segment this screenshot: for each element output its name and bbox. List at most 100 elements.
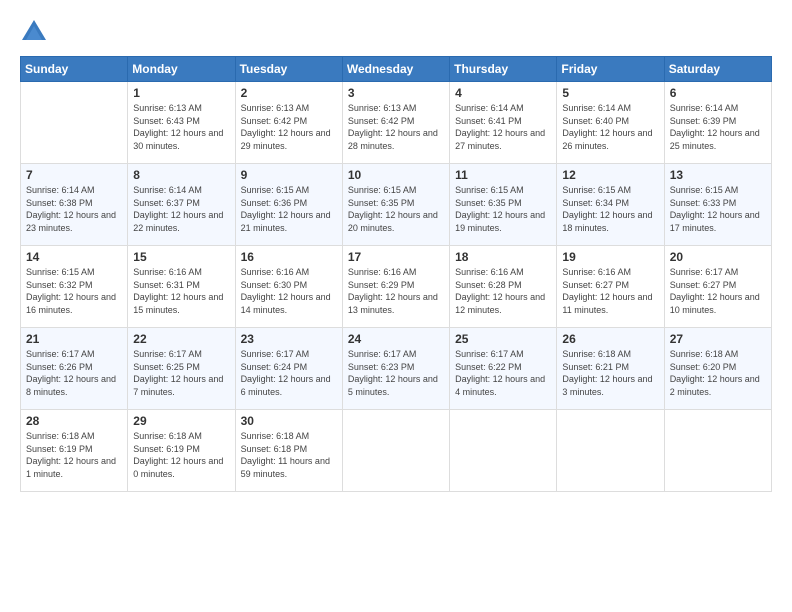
day-number: 3 — [348, 86, 444, 100]
day-info: Sunrise: 6:18 AMSunset: 6:19 PMDaylight:… — [133, 430, 229, 480]
calendar-cell — [21, 82, 128, 164]
day-number: 19 — [562, 250, 658, 264]
header-sunday: Sunday — [21, 57, 128, 82]
calendar-header: SundayMondayTuesdayWednesdayThursdayFrid… — [21, 57, 772, 82]
calendar-cell: 6 Sunrise: 6:14 AMSunset: 6:39 PMDaylight… — [664, 82, 771, 164]
day-info: Sunrise: 6:16 AMSunset: 6:30 PMDaylight:… — [241, 266, 337, 316]
header-wednesday: Wednesday — [342, 57, 449, 82]
calendar-cell: 3 Sunrise: 6:13 AMSunset: 6:42 PMDaylight… — [342, 82, 449, 164]
day-number: 8 — [133, 168, 229, 182]
calendar-cell — [664, 410, 771, 492]
day-info: Sunrise: 6:16 AMSunset: 6:29 PMDaylight:… — [348, 266, 444, 316]
day-number: 23 — [241, 332, 337, 346]
day-number: 10 — [348, 168, 444, 182]
day-number: 28 — [26, 414, 122, 428]
calendar-cell: 14 Sunrise: 6:15 AMSunset: 6:32 PMDayligh… — [21, 246, 128, 328]
day-info: Sunrise: 6:16 AMSunset: 6:28 PMDaylight:… — [455, 266, 551, 316]
calendar-cell: 26 Sunrise: 6:18 AMSunset: 6:21 PMDayligh… — [557, 328, 664, 410]
calendar-cell: 29 Sunrise: 6:18 AMSunset: 6:19 PMDayligh… — [128, 410, 235, 492]
calendar-cell: 19Sunrise: 6:16 AMSunset: 6:27 PMDayligh… — [557, 246, 664, 328]
day-info: Sunrise: 6:13 AMSunset: 6:42 PMDaylight:… — [241, 102, 337, 152]
calendar-cell: 24 Sunrise: 6:17 AMSunset: 6:23 PMDayligh… — [342, 328, 449, 410]
calendar-cell: 15 Sunrise: 6:16 AMSunset: 6:31 PMDayligh… — [128, 246, 235, 328]
header-monday: Monday — [128, 57, 235, 82]
calendar-cell: 23 Sunrise: 6:17 AMSunset: 6:24 PMDayligh… — [235, 328, 342, 410]
calendar-cell: 13Sunrise: 6:15 AMSunset: 6:33 PMDayligh… — [664, 164, 771, 246]
day-number: 2 — [241, 86, 337, 100]
calendar-cell: 1 Sunrise: 6:13 AMSunset: 6:43 PMDaylight… — [128, 82, 235, 164]
calendar-cell: 11 Sunrise: 6:15 AMSunset: 6:35 PMDayligh… — [450, 164, 557, 246]
day-number: 26 — [562, 332, 658, 346]
day-number: 22 — [133, 332, 229, 346]
calendar-cell — [450, 410, 557, 492]
day-number: 14 — [26, 250, 122, 264]
day-info: Sunrise: 6:13 AMSunset: 6:43 PMDaylight:… — [133, 102, 229, 152]
day-number: 11 — [455, 168, 551, 182]
day-number: 25 — [455, 332, 551, 346]
week-row-2: 14 Sunrise: 6:15 AMSunset: 6:32 PMDayligh… — [21, 246, 772, 328]
logo — [20, 18, 52, 46]
day-info: Sunrise: 6:17 AMSunset: 6:25 PMDaylight:… — [133, 348, 229, 398]
calendar-cell — [342, 410, 449, 492]
day-info: Sunrise: 6:14 AMSunset: 6:38 PMDaylight:… — [26, 184, 122, 234]
day-number: 12 — [562, 168, 658, 182]
week-row-1: 7 Sunrise: 6:14 AMSunset: 6:38 PMDaylight… — [21, 164, 772, 246]
day-number: 6 — [670, 86, 766, 100]
calendar-cell: 4Sunrise: 6:14 AMSunset: 6:41 PMDaylight… — [450, 82, 557, 164]
day-info: Sunrise: 6:15 AMSunset: 6:32 PMDaylight:… — [26, 266, 122, 316]
day-info: Sunrise: 6:16 AMSunset: 6:31 PMDaylight:… — [133, 266, 229, 316]
day-info: Sunrise: 6:15 AMSunset: 6:33 PMDaylight:… — [670, 184, 766, 234]
day-number: 5 — [562, 86, 658, 100]
calendar-cell: 28 Sunrise: 6:18 AMSunset: 6:19 PMDayligh… — [21, 410, 128, 492]
day-info: Sunrise: 6:14 AMSunset: 6:37 PMDaylight:… — [133, 184, 229, 234]
day-info: Sunrise: 6:14 AMSunset: 6:39 PMDaylight:… — [670, 102, 766, 152]
calendar-cell — [557, 410, 664, 492]
day-info: Sunrise: 6:17 AMSunset: 6:27 PMDaylight:… — [670, 266, 766, 316]
calendar-cell: 2 Sunrise: 6:13 AMSunset: 6:42 PMDaylight… — [235, 82, 342, 164]
day-number: 27 — [670, 332, 766, 346]
day-number: 9 — [241, 168, 337, 182]
day-number: 29 — [133, 414, 229, 428]
day-number: 17 — [348, 250, 444, 264]
day-number: 30 — [241, 414, 337, 428]
day-info: Sunrise: 6:13 AMSunset: 6:42 PMDaylight:… — [348, 102, 444, 152]
header-tuesday: Tuesday — [235, 57, 342, 82]
calendar-cell: 5 Sunrise: 6:14 AMSunset: 6:40 PMDaylight… — [557, 82, 664, 164]
page: SundayMondayTuesdayWednesdayThursdayFrid… — [0, 0, 792, 612]
day-number: 15 — [133, 250, 229, 264]
week-row-4: 28 Sunrise: 6:18 AMSunset: 6:19 PMDayligh… — [21, 410, 772, 492]
day-info: Sunrise: 6:15 AMSunset: 6:36 PMDaylight:… — [241, 184, 337, 234]
week-row-3: 21 Sunrise: 6:17 AMSunset: 6:26 PMDayligh… — [21, 328, 772, 410]
day-info: Sunrise: 6:15 AMSunset: 6:34 PMDaylight:… — [562, 184, 658, 234]
day-number: 1 — [133, 86, 229, 100]
calendar-cell: 9 Sunrise: 6:15 AMSunset: 6:36 PMDaylight… — [235, 164, 342, 246]
day-info: Sunrise: 6:17 AMSunset: 6:23 PMDaylight:… — [348, 348, 444, 398]
day-info: Sunrise: 6:18 AMSunset: 6:21 PMDaylight:… — [562, 348, 658, 398]
day-info: Sunrise: 6:15 AMSunset: 6:35 PMDaylight:… — [455, 184, 551, 234]
day-info: Sunrise: 6:14 AMSunset: 6:40 PMDaylight:… — [562, 102, 658, 152]
day-info: Sunrise: 6:17 AMSunset: 6:26 PMDaylight:… — [26, 348, 122, 398]
day-info: Sunrise: 6:17 AMSunset: 6:22 PMDaylight:… — [455, 348, 551, 398]
day-number: 24 — [348, 332, 444, 346]
calendar-cell: 30Sunrise: 6:18 AMSunset: 6:18 PMDayligh… — [235, 410, 342, 492]
calendar-cell: 25 Sunrise: 6:17 AMSunset: 6:22 PMDayligh… — [450, 328, 557, 410]
calendar-cell: 21 Sunrise: 6:17 AMSunset: 6:26 PMDayligh… — [21, 328, 128, 410]
calendar-cell: 10Sunrise: 6:15 AMSunset: 6:35 PMDayligh… — [342, 164, 449, 246]
calendar-cell: 27 Sunrise: 6:18 AMSunset: 6:20 PMDayligh… — [664, 328, 771, 410]
calendar-cell: 18Sunrise: 6:16 AMSunset: 6:28 PMDayligh… — [450, 246, 557, 328]
day-info: Sunrise: 6:18 AMSunset: 6:19 PMDaylight:… — [26, 430, 122, 480]
day-info: Sunrise: 6:18 AMSunset: 6:20 PMDaylight:… — [670, 348, 766, 398]
logo-icon — [20, 18, 48, 46]
calendar-table: SundayMondayTuesdayWednesdayThursdayFrid… — [20, 56, 772, 492]
day-info: Sunrise: 6:17 AMSunset: 6:24 PMDaylight:… — [241, 348, 337, 398]
day-number: 7 — [26, 168, 122, 182]
day-number: 21 — [26, 332, 122, 346]
header-saturday: Saturday — [664, 57, 771, 82]
day-number: 20 — [670, 250, 766, 264]
calendar-cell: 12 Sunrise: 6:15 AMSunset: 6:34 PMDayligh… — [557, 164, 664, 246]
day-number: 4 — [455, 86, 551, 100]
calendar-cell: 20 Sunrise: 6:17 AMSunset: 6:27 PMDayligh… — [664, 246, 771, 328]
calendar-body: 1 Sunrise: 6:13 AMSunset: 6:43 PMDaylight… — [21, 82, 772, 492]
header — [20, 18, 772, 46]
calendar-cell: 22 Sunrise: 6:17 AMSunset: 6:25 PMDayligh… — [128, 328, 235, 410]
